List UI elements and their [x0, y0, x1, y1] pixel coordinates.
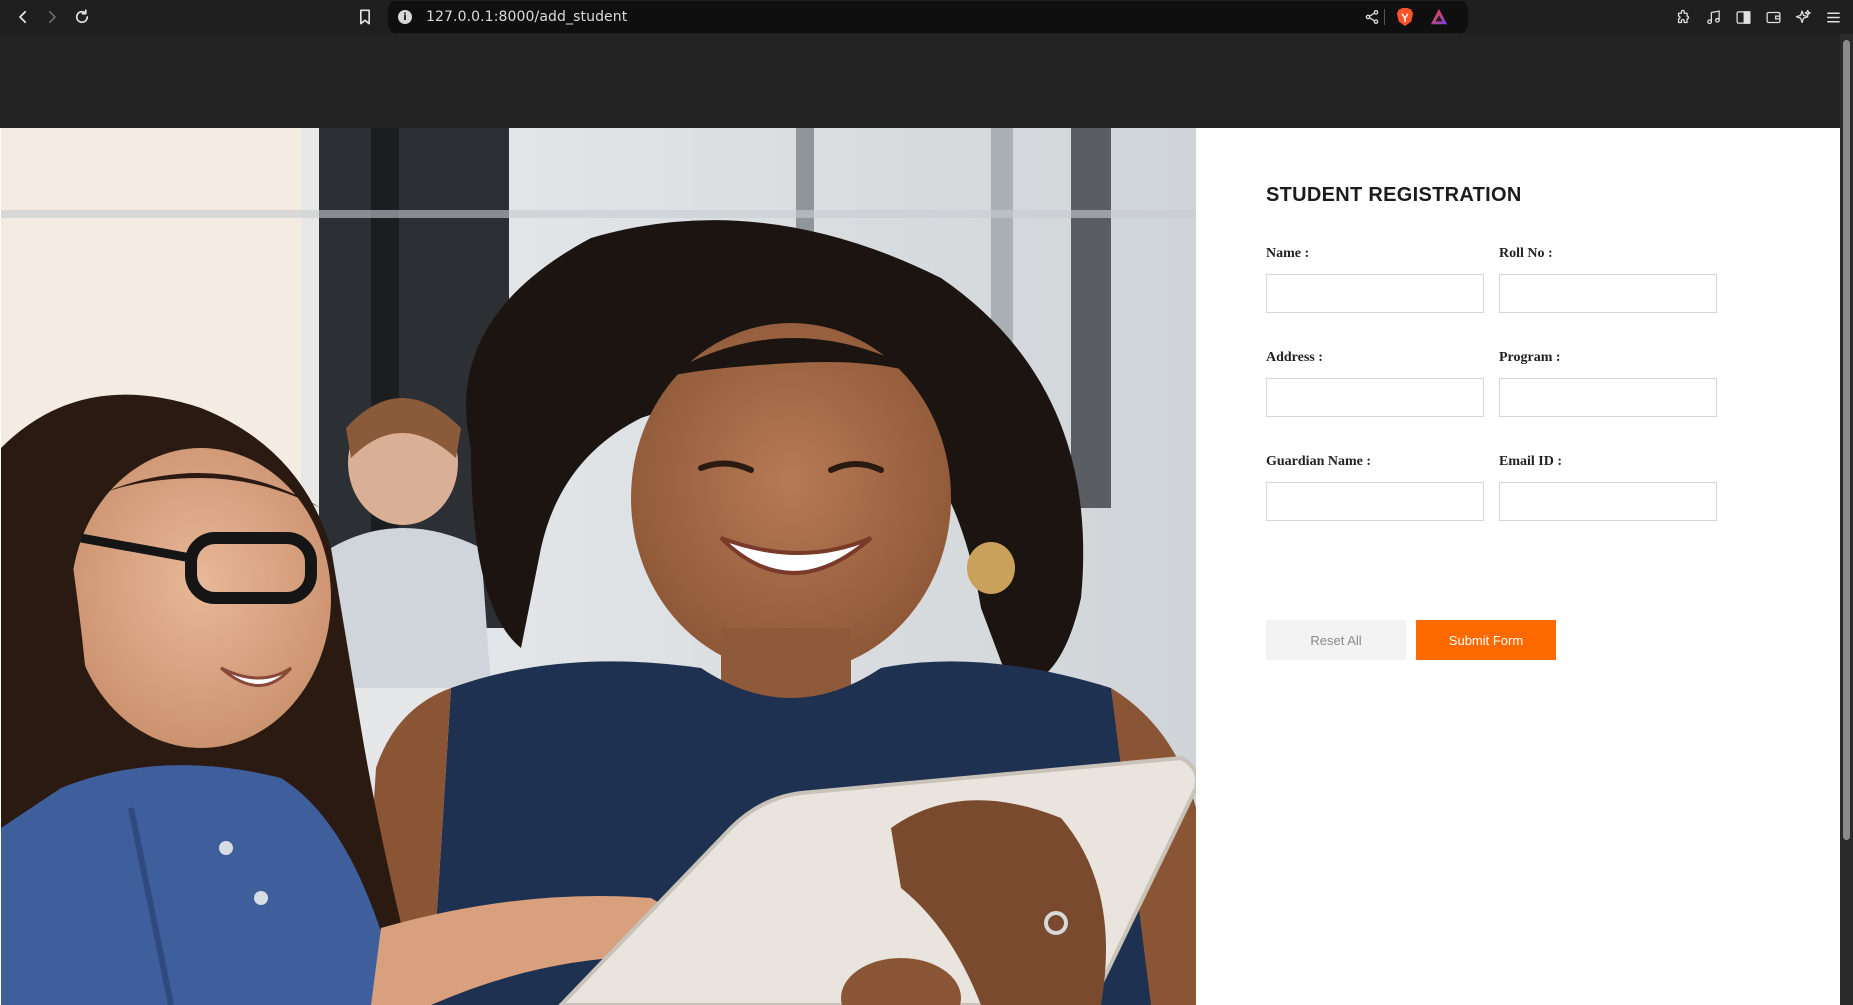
program-input[interactable]: [1499, 378, 1717, 417]
page-scrollbar[interactable]: [1840, 34, 1853, 1005]
guardian-name-input[interactable]: [1266, 482, 1484, 521]
email-id-input[interactable]: [1499, 482, 1717, 521]
sidebar-icon[interactable]: [1733, 7, 1753, 27]
back-icon[interactable]: [11, 5, 35, 29]
roll-no-field-group: Roll No :: [1499, 246, 1717, 313]
leo-ai-icon[interactable]: [1793, 7, 1813, 27]
name-input[interactable]: [1266, 274, 1484, 313]
reload-icon[interactable]: [70, 5, 94, 29]
submit-form-button[interactable]: Submit Form: [1416, 620, 1556, 660]
reset-all-button[interactable]: Reset All: [1266, 620, 1406, 660]
menu-icon[interactable]: [1823, 7, 1843, 27]
share-icon[interactable]: [1364, 9, 1380, 25]
site-info-icon[interactable]: i: [398, 10, 412, 24]
brave-rewards-icon[interactable]: [1430, 8, 1448, 26]
email-id-label: Email ID :: [1499, 454, 1562, 469]
browser-toolbar: i 127.0.0.1:8000/add_student: [0, 0, 1853, 34]
scrollbar-thumb[interactable]: [1843, 40, 1850, 840]
media-icon[interactable]: [1703, 7, 1723, 27]
address-input[interactable]: [1266, 378, 1484, 417]
name-field-group: Name :: [1266, 246, 1484, 313]
program-label: Program :: [1499, 350, 1561, 365]
roll-no-input[interactable]: [1499, 274, 1717, 313]
address-label: Address :: [1266, 350, 1323, 365]
bookmark-icon[interactable]: [355, 7, 375, 27]
address-bar[interactable]: i 127.0.0.1:8000/add_student: [388, 1, 1468, 33]
forward-icon[interactable]: [40, 5, 64, 29]
form-title: STUDENT REGISTRATION: [1266, 184, 1522, 206]
email-id-field-group: Email ID :: [1499, 454, 1717, 521]
url-text[interactable]: 127.0.0.1:8000/add_student: [426, 9, 627, 25]
roll-no-label: Roll No :: [1499, 246, 1553, 261]
guardian-name-field-group: Guardian Name :: [1266, 454, 1484, 521]
address-field-group: Address :: [1266, 350, 1484, 417]
hero-image: [1, 128, 1196, 1005]
header-band: [0, 34, 1840, 128]
extensions-icon[interactable]: [1673, 7, 1693, 27]
wallet-icon[interactable]: [1763, 7, 1783, 27]
brave-shields-icon[interactable]: [1396, 7, 1414, 27]
address-bar-divider: [1384, 9, 1385, 25]
hero-photo-illustration: [1, 128, 1196, 1005]
guardian-name-label: Guardian Name :: [1266, 454, 1371, 469]
program-field-group: Program :: [1499, 350, 1717, 417]
page-content: STUDENT REGISTRATION Name : Roll No : Ad…: [0, 34, 1840, 1005]
name-label: Name :: [1266, 246, 1310, 261]
